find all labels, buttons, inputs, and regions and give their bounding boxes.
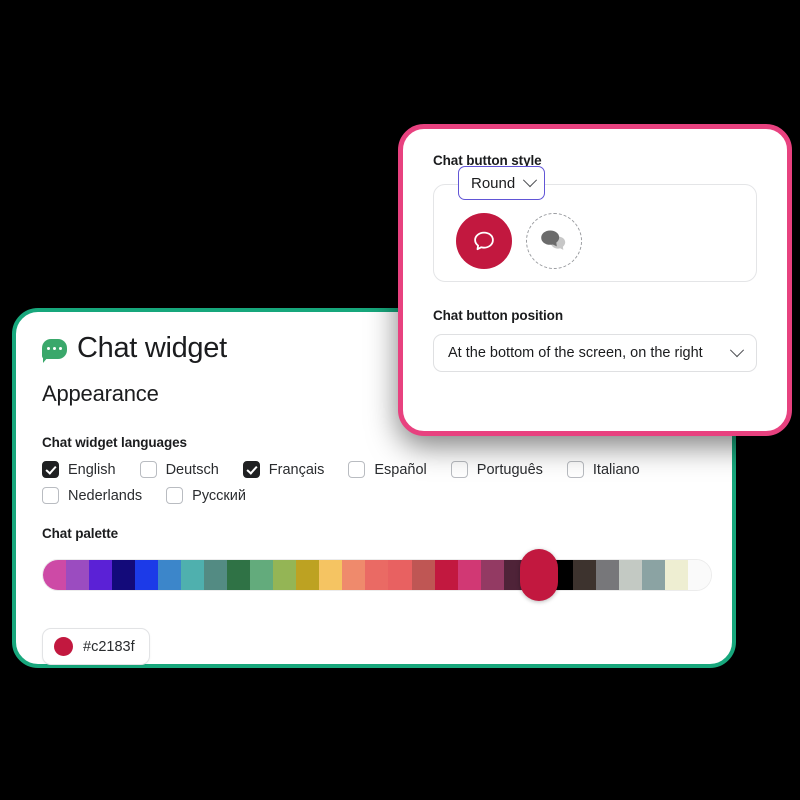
checkbox-unchecked-icon[interactable]	[139, 461, 157, 478]
palette-swatch[interactable]	[457, 560, 481, 590]
style-option-two-bubbles[interactable]	[526, 213, 582, 269]
chevron-down-icon	[729, 343, 745, 358]
palette-swatch[interactable]	[595, 560, 619, 590]
chat-button-position-select[interactable]: At the bottom of the screen, on the righ…	[433, 334, 757, 372]
palette-swatch[interactable]	[296, 560, 320, 590]
language-checkbox-item[interactable]: Français	[242, 461, 325, 478]
language-label: Nederlands	[68, 487, 143, 504]
chat-button-style-fieldset: Round	[433, 166, 757, 282]
palette-swatch[interactable]	[365, 560, 389, 590]
palette-swatch[interactable]	[181, 560, 205, 590]
language-label: Português	[476, 461, 543, 478]
language-checkbox-item[interactable]: Español	[348, 461, 427, 478]
selected-color-swatch	[54, 637, 73, 656]
checkbox-unchecked-icon[interactable]	[450, 461, 468, 478]
palette-swatch[interactable]	[664, 560, 688, 590]
selected-color-value: #c2183f	[83, 638, 135, 655]
palette-swatch[interactable]	[66, 560, 90, 590]
palette-swatch[interactable]	[342, 560, 366, 590]
palette-swatch[interactable]	[411, 560, 435, 590]
page-title-text: Chat widget	[77, 332, 227, 364]
language-label: Español	[374, 461, 427, 478]
language-checkbox-item[interactable]: Italiano	[566, 461, 640, 478]
chat-button-style-select-value: Round	[471, 174, 516, 192]
palette-swatch[interactable]	[204, 560, 228, 590]
checkbox-unchecked-icon[interactable]	[42, 487, 59, 504]
palette-swatch[interactable]	[572, 560, 596, 590]
language-label: Français	[268, 461, 325, 478]
palette-swatch[interactable]	[434, 560, 458, 590]
chat-button-position-label: Chat button position	[433, 308, 563, 323]
palette-swatch[interactable]	[112, 560, 136, 590]
chat-button-style-card-body: Chat button style Round Chat button posi…	[403, 129, 787, 372]
palette-swatch[interactable]	[687, 560, 711, 590]
chat-button-style-options	[456, 213, 582, 269]
language-label: English	[68, 461, 116, 478]
palette-swatch[interactable]	[89, 560, 113, 590]
palette-swatch[interactable]	[273, 560, 297, 590]
checkbox-unchecked-icon[interactable]	[348, 461, 366, 478]
checkbox-checked-icon[interactable]	[42, 461, 59, 478]
languages-label: Chat widget languages	[42, 435, 187, 450]
selected-color-chip[interactable]: #c2183f	[42, 628, 150, 665]
chevron-down-icon	[523, 173, 538, 188]
chat-button-style-select[interactable]: Round	[458, 166, 546, 200]
palette-slider-thumb[interactable]	[519, 549, 558, 601]
checkbox-unchecked-icon[interactable]	[166, 487, 184, 504]
language-checkbox-item[interactable]: Nederlands	[42, 487, 142, 504]
palette-swatch[interactable]	[480, 560, 504, 590]
checkbox-unchecked-icon[interactable]	[566, 461, 584, 478]
chat-button-position-value: At the bottom of the screen, on the righ…	[448, 345, 703, 361]
chat-button-style-card: Chat button style Round Chat button posi…	[398, 124, 792, 436]
palette-swatch[interactable]	[43, 560, 67, 590]
language-label: Italiano	[592, 461, 640, 478]
language-checkbox-item[interactable]: Deutsch	[139, 461, 219, 478]
palette-swatch[interactable]	[618, 560, 642, 590]
palette-label: Chat palette	[42, 526, 119, 541]
palette-swatch[interactable]	[158, 560, 182, 590]
palette-swatch[interactable]	[388, 560, 412, 590]
palette-swatch[interactable]	[227, 560, 251, 590]
chat-palette-slider[interactable]	[42, 549, 712, 601]
language-label: Русский	[192, 487, 246, 504]
style-option-round[interactable]	[456, 213, 512, 269]
palette-swatch-strip[interactable]	[42, 559, 712, 591]
languages-checkbox-group: English Deutsch Français Español Português It…	[42, 461, 702, 504]
language-label: Deutsch	[165, 461, 219, 478]
palette-swatch[interactable]	[319, 560, 343, 590]
palette-swatch[interactable]	[250, 560, 274, 590]
two-speech-bubbles-icon	[541, 230, 566, 250]
speech-bubble-outline-icon	[474, 231, 494, 251]
palette-swatch[interactable]	[641, 560, 665, 590]
language-checkbox-item[interactable]: Português	[450, 461, 543, 478]
chat-bubble-dots-icon	[42, 338, 67, 363]
checkbox-checked-icon[interactable]	[242, 461, 260, 478]
language-checkbox-item[interactable]: Русский	[166, 487, 246, 504]
language-checkbox-item[interactable]: English	[42, 461, 116, 478]
palette-swatch[interactable]	[135, 560, 159, 590]
